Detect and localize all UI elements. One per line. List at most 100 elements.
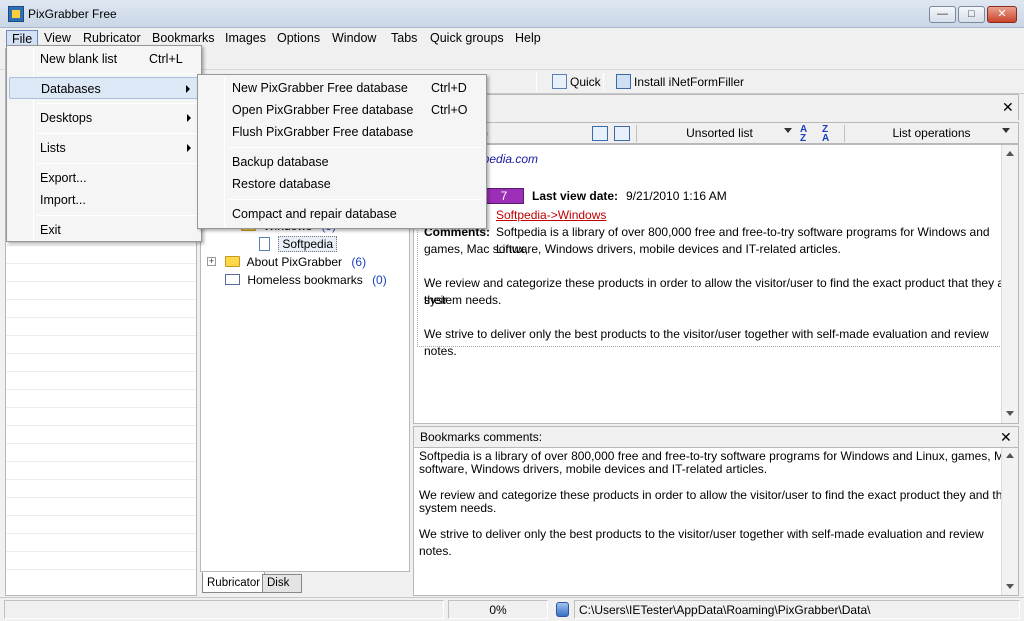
sort-az-icon[interactable]: AZ <box>800 125 807 144</box>
sort-za-icon[interactable]: ZA <box>822 125 829 144</box>
tree-tab-bar: Rubricator Disk <box>200 572 410 596</box>
menu-item-exit[interactable]: Exit <box>9 219 199 241</box>
menu-item-export[interactable]: Export... <box>9 167 199 189</box>
install-inetformfiller-button[interactable]: Install iNetFormFiller <box>616 73 766 91</box>
menu-item-databases[interactable]: Databases <box>9 77 199 99</box>
quick-label: Quick <box>570 75 601 89</box>
close-icon[interactable]: ✕ <box>1002 100 1014 114</box>
menu-quick-groups[interactable]: Quick groups <box>425 30 509 47</box>
vertical-scrollbar[interactable] <box>1001 145 1018 423</box>
menu-item-label: Open PixGrabber Free database <box>232 103 414 117</box>
menu-help[interactable]: Help <box>510 30 546 47</box>
comments-header: Bookmarks comments: ✕ <box>413 426 1019 447</box>
comment-text: We review and categorize these products … <box>424 276 1018 307</box>
list-operations-label: List operations <box>892 126 971 140</box>
envelope-icon <box>616 74 631 89</box>
bookmark-detail-panel: ftpedia.com 7 Last view date: 9/21/2010 … <box>413 144 1019 424</box>
menu-item-label: New blank list <box>40 52 118 66</box>
tree-node-about[interactable]: About PixGrabber (6) <box>225 253 366 271</box>
install-label: Install iNetFormFiller <box>634 75 745 89</box>
menu-item-label: Desktops <box>40 111 93 125</box>
scroll-down-icon[interactable] <box>1006 411 1014 416</box>
menu-item-label: New PixGrabber Free database <box>232 81 408 95</box>
menu-item-desktops[interactable]: Desktops <box>9 107 199 129</box>
status-bar: 0% C:\Users\IETester\AppData\Roaming\Pix… <box>0 597 1024 621</box>
menu-item-open-database[interactable]: Open PixGrabber Free database Ctrl+O <box>200 99 484 121</box>
comments-text: We strive to deliver only the best produ… <box>419 527 984 558</box>
vertical-scrollbar[interactable] <box>1001 448 1018 595</box>
chevron-down-icon <box>784 128 792 133</box>
sort-label: Unsorted list <box>686 126 753 140</box>
quick-icon <box>552 74 567 89</box>
menu-item-compact-database[interactable]: Compact and repair database <box>200 203 484 225</box>
menu-tabs[interactable]: Tabs <box>386 30 422 47</box>
chevron-down-icon <box>1002 128 1010 133</box>
scroll-down-icon[interactable] <box>1006 584 1014 589</box>
sort-dropdown[interactable]: Unsorted list <box>636 125 802 142</box>
menu-item-import[interactable]: Import... <box>9 189 199 211</box>
thumbnail-view-icon[interactable] <box>614 126 630 141</box>
list-toolbar: k(s) Unsorted list AZ ZA List operations <box>413 122 1019 144</box>
close-button[interactable]: ✕ <box>987 6 1017 23</box>
comments-text: software, Windows drivers, mobile device… <box>419 462 768 476</box>
last-view-value: 9/21/2010 1:16 AM <box>626 189 727 203</box>
scroll-up-icon[interactable] <box>1006 151 1014 156</box>
app-icon <box>8 6 24 22</box>
title-bar: PixGrabber Free — □ ✕ <box>0 0 1024 28</box>
comment-text: system needs. <box>424 293 502 307</box>
menu-images[interactable]: Images <box>220 30 271 47</box>
comment-text: games, Mac software, Windows drivers, mo… <box>424 242 841 256</box>
list-operations-dropdown[interactable]: List operations <box>844 125 1018 142</box>
comment-text: We strive to deliver only the best produ… <box>424 327 989 358</box>
menu-item-label: Lists <box>40 141 66 155</box>
tree-node-label: Homeless bookmarks <box>247 273 363 287</box>
rating-badge: 7 <box>484 188 524 204</box>
menu-item-lists[interactable]: Lists <box>9 137 199 159</box>
expand-toggle[interactable]: + <box>207 257 216 266</box>
maximize-button[interactable]: □ <box>958 6 985 23</box>
scroll-up-icon[interactable] <box>1006 453 1014 458</box>
status-cell <box>4 600 444 619</box>
quick-button[interactable]: Quick <box>552 73 601 91</box>
tab-disk[interactable]: Disk <box>262 574 302 593</box>
menu-item-new-blank-list[interactable]: New blank list Ctrl+L <box>9 48 199 70</box>
window-title: PixGrabber Free <box>28 7 117 21</box>
category-path-link[interactable]: Softpedia->Windows <box>496 207 606 224</box>
bookmarks-header: ✕ <box>413 94 1019 120</box>
minimize-button[interactable]: — <box>929 6 956 23</box>
databases-submenu: New PixGrabber Free database Ctrl+D Open… <box>197 74 487 229</box>
comments-text: We review and categorize these products … <box>419 488 1016 502</box>
toolbar-separator <box>603 73 604 91</box>
menu-item-shortcut: Ctrl+L <box>149 52 183 66</box>
tree-node-label: About PixGrabber <box>246 255 343 269</box>
menu-item-label: Databases <box>41 82 101 96</box>
submenu-arrow-icon <box>187 114 191 122</box>
details-view-icon[interactable] <box>592 126 608 141</box>
tree-node-softpedia[interactable]: Softpedia <box>259 235 338 253</box>
page-icon <box>259 237 270 251</box>
folder-icon <box>225 274 240 285</box>
menu-item-shortcut: Ctrl+D <box>431 81 467 95</box>
menu-item-backup-database[interactable]: Backup database <box>200 151 484 173</box>
menu-item-restore-database[interactable]: Restore database <box>200 173 484 195</box>
menu-item-new-database[interactable]: New PixGrabber Free database Ctrl+D <box>200 77 484 99</box>
progress-indicator: 0% <box>448 600 548 619</box>
submenu-arrow-icon <box>186 85 190 93</box>
database-icon <box>556 602 569 617</box>
tree-node-count: (0) <box>372 273 387 287</box>
comments-textarea[interactable]: Softpedia is a library of over 800,000 f… <box>413 447 1019 596</box>
menu-item-flush-database[interactable]: Flush PixGrabber Free database <box>200 121 484 143</box>
file-menu-dropdown: New blank list Ctrl+L Databases Desktops… <box>6 45 202 242</box>
folder-icon <box>225 256 240 267</box>
close-icon[interactable]: ✕ <box>1000 430 1012 444</box>
tab-rubricator[interactable]: Rubricator <box>202 572 266 593</box>
comments-header-label: Bookmarks comments: <box>420 430 543 444</box>
menu-window[interactable]: Window <box>327 30 381 47</box>
menu-options[interactable]: Options <box>272 30 325 47</box>
tree-node-count: (6) <box>351 255 367 269</box>
toolbar-separator <box>536 73 537 91</box>
menu-item-shortcut: Ctrl+O <box>431 103 468 117</box>
submenu-arrow-icon <box>187 144 191 152</box>
tree-node-homeless[interactable]: Homeless bookmarks (0) <box>225 271 387 289</box>
data-path: C:\Users\IETester\AppData\Roaming\PixGra… <box>574 600 1020 619</box>
